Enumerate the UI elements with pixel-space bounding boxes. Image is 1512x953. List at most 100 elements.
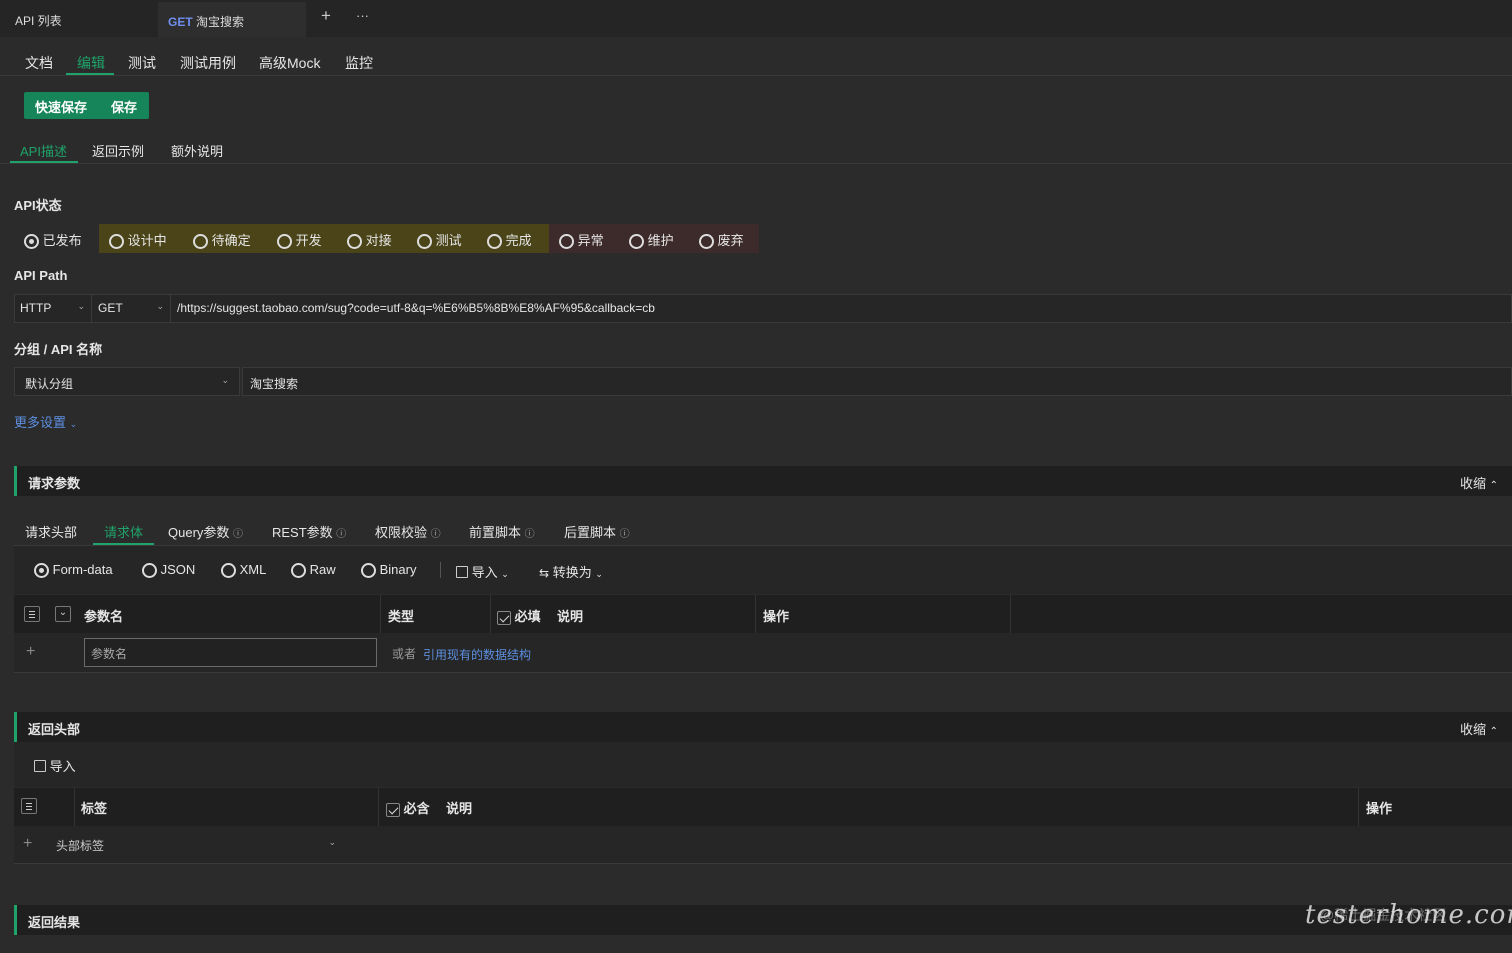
status-option-deprecated[interactable]: 废弃 — [699, 230, 744, 250]
api-name-input[interactable]: 淘宝搜索 — [242, 367, 1512, 396]
tab-test-cases[interactable]: 测试用例 — [180, 53, 236, 73]
tab-test[interactable]: 测试 — [128, 53, 156, 73]
protocol-value: HTTP — [20, 301, 52, 315]
import-label: 导入 — [49, 759, 76, 774]
tab-query-params[interactable]: Query参数 ⓘ — [168, 522, 243, 541]
col-divider — [1010, 595, 1011, 633]
tab-api-list[interactable]: API 列表 — [0, 0, 156, 37]
body-type-xml[interactable]: XML — [221, 562, 266, 579]
tab-request-label: 淘宝搜索 — [196, 15, 245, 29]
chevron-down-icon: ⌄ — [595, 569, 603, 579]
status-option-maintenance[interactable]: 维护 — [629, 230, 674, 250]
radio-icon — [221, 563, 236, 579]
tab-advanced-mock[interactable]: 高级Mock — [259, 53, 320, 73]
chevron-down-icon: ⌄ — [501, 569, 509, 579]
required-all-checkbox[interactable]: 必填 — [497, 606, 541, 625]
tab-edit[interactable]: 编辑 — [77, 53, 105, 73]
radio-icon — [699, 234, 714, 250]
response-headers-import-button[interactable]: 导入 — [34, 756, 76, 775]
api-url-input[interactable]: /https://suggest.taobao.com/sug?code=utf… — [177, 301, 655, 315]
add-row-icon[interactable]: + — [23, 835, 32, 853]
reference-structure-link[interactable]: 引用现有的数据结构 — [423, 646, 531, 663]
expand-all-icon[interactable]: ⌄ — [55, 606, 71, 622]
add-row-icon[interactable]: + — [26, 643, 35, 661]
param-name-input[interactable]: 参数名 — [84, 638, 377, 667]
body-type-json[interactable]: JSON — [142, 562, 196, 579]
info-icon: ⓘ — [619, 529, 630, 540]
tab-pre-script[interactable]: 前置脚本 ⓘ — [469, 522, 535, 541]
tab-monitor[interactable]: 监控 — [345, 53, 373, 73]
radio-icon — [361, 563, 376, 579]
api-path-label: API Path — [14, 268, 68, 283]
request-params-title: 请求参数 — [28, 476, 81, 491]
method-value: GET — [98, 301, 123, 315]
method-select[interactable]: GET ⌄ — [92, 294, 171, 323]
swap-icon: ⇆ — [539, 566, 550, 580]
radio-icon — [291, 563, 306, 579]
tab-rest-params[interactable]: REST参数 ⓘ — [272, 522, 346, 541]
import-dropdown[interactable]: 导入 ⌄ — [456, 562, 509, 581]
status-option-label: 废弃 — [717, 233, 744, 248]
response-headers-collapse-button[interactable]: 收缩 ⌃ — [1460, 719, 1498, 738]
tab-auth[interactable]: 权限校验 ⓘ — [375, 522, 441, 541]
tab-return-example[interactable]: 返回示例 — [92, 141, 144, 160]
radio-icon — [417, 234, 432, 250]
protocol-select[interactable]: HTTP ⌄ — [14, 294, 92, 323]
body-type-label: JSON — [160, 562, 196, 577]
status-option-pending[interactable]: 待确定 — [193, 230, 251, 250]
status-option-published[interactable]: 已发布 — [24, 230, 82, 250]
tab-extra-notes[interactable]: 额外说明 — [171, 141, 223, 160]
convert-dropdown[interactable]: ⇆ 转换为 ⌄ — [539, 562, 603, 581]
tab-request-body[interactable]: 请求体 — [104, 522, 143, 541]
radio-icon — [142, 563, 157, 579]
status-option-developing[interactable]: 开发 — [277, 230, 322, 250]
chevron-down-icon: ⌄ — [221, 375, 229, 385]
tab-post-script[interactable]: 后置脚本 ⓘ — [564, 522, 630, 541]
import-icon — [34, 760, 46, 772]
body-type-label: Form-data — [52, 562, 113, 577]
body-type-label: Binary — [379, 562, 417, 577]
watermark-testerhome: testerhome.com — [1305, 900, 1512, 930]
contains-all-checkbox[interactable]: 必含 — [386, 798, 430, 817]
body-type-label: Raw — [309, 562, 336, 577]
or-text: 或者 — [392, 647, 417, 661]
status-option-integrating[interactable]: 对接 — [347, 230, 392, 250]
status-option-done[interactable]: 完成 — [487, 230, 532, 250]
tab-docs[interactable]: 文档 — [25, 53, 53, 73]
col-divider — [1358, 788, 1359, 826]
more-settings-link[interactable]: 更多设置 ⌄ — [14, 412, 77, 431]
radio-icon — [559, 234, 574, 250]
status-option-error[interactable]: 异常 — [559, 230, 604, 250]
col-operations: 操作 — [1366, 801, 1393, 816]
status-option-testing[interactable]: 测试 — [417, 230, 462, 250]
request-collapse-button[interactable]: 收缩 ⌃ — [1460, 473, 1498, 492]
tab-active-request[interactable]: GET 淘宝搜索 — [158, 2, 306, 37]
chevron-down-icon: ⌄ — [156, 301, 164, 311]
body-type-form-data[interactable]: Form-data — [34, 562, 113, 579]
tab-label: 前置脚本 — [469, 525, 522, 540]
status-option-designing[interactable]: 设计中 — [109, 230, 167, 250]
header-tag-select[interactable]: 头部标签 ⌄ — [56, 837, 340, 854]
save-button[interactable]: 保存 — [111, 97, 137, 116]
radio-icon — [193, 234, 208, 250]
response-headers-title: 返回头部 — [28, 722, 81, 737]
menu-icon[interactable] — [24, 606, 40, 625]
group-value: 默认分组 — [25, 377, 74, 391]
body-type-raw[interactable]: Raw — [291, 562, 336, 579]
collapse-label: 收缩 — [1460, 476, 1487, 491]
chevron-down-icon: ⌄ — [77, 301, 85, 311]
group-select[interactable]: 默认分组 ⌄ — [14, 367, 240, 396]
quick-save-button[interactable]: 快速保存 — [35, 97, 87, 116]
tab-api-description[interactable]: API描述 — [20, 141, 67, 160]
collapse-label: 收缩 — [1460, 722, 1487, 737]
status-option-label: 测试 — [435, 233, 462, 248]
menu-icon[interactable] — [21, 798, 37, 817]
body-type-binary[interactable]: Binary — [361, 562, 417, 579]
response-headers-header — [14, 712, 1512, 742]
chevron-up-icon: ⌃ — [1489, 480, 1499, 491]
tab-request-headers[interactable]: 请求头部 — [25, 522, 77, 541]
header-tag-placeholder: 头部标签 — [56, 839, 105, 853]
more-tabs-icon[interactable]: ··· — [356, 8, 369, 23]
add-tab-button[interactable]: + — [321, 6, 331, 26]
param-name-placeholder: 参数名 — [91, 647, 128, 661]
